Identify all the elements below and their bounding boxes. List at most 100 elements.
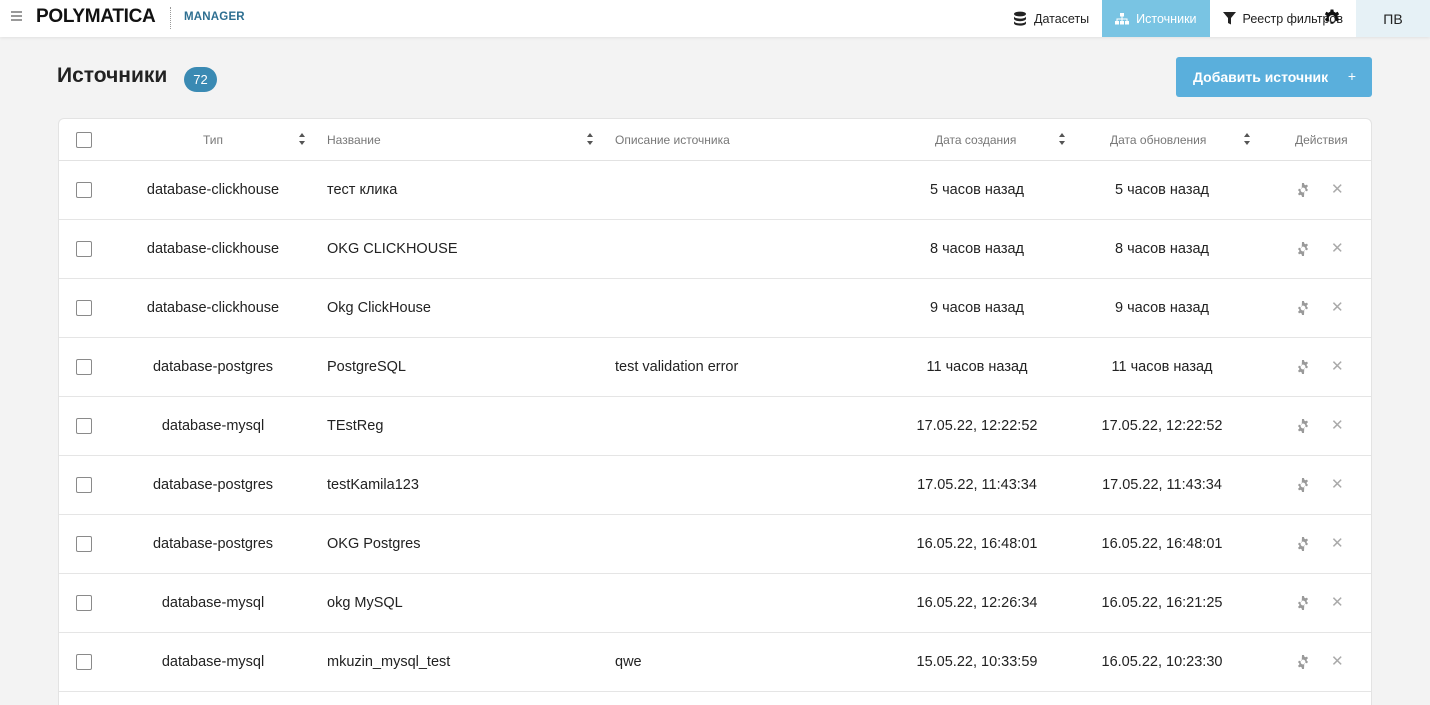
col-updated[interactable]: Дата обновления xyxy=(1110,133,1206,147)
row-settings-gear-icon[interactable] xyxy=(1296,183,1310,197)
row-created: 5 часов назад xyxy=(929,182,1025,198)
product-name: MANAGER xyxy=(184,11,245,23)
row-settings-gear-icon[interactable] xyxy=(1296,360,1310,374)
sort-updated-icon[interactable] xyxy=(1244,133,1250,145)
table-row[interactable]: database-mysql mkuzin_mysql_test qwe 15.05.… xyxy=(59,633,1371,692)
row-created: 16.05.22, 16:48:01 xyxy=(916,536,1038,552)
table-row[interactable]: database-postgres testKamila123 17.05.22, … xyxy=(59,456,1371,515)
table-header: Тип Название Описание источника Дата соз… xyxy=(59,119,1371,161)
row-delete-close-icon[interactable]: ✕ xyxy=(1331,534,1344,552)
row-updated: 5 часов назад xyxy=(1114,182,1210,198)
row-updated: 17.05.22, 11:43:34 xyxy=(1102,477,1222,493)
row-name: okg MySQL xyxy=(327,595,403,611)
row-settings-gear-icon[interactable] xyxy=(1296,655,1310,669)
row-updated: 8 часов назад xyxy=(1114,241,1210,257)
database-icon xyxy=(1013,11,1026,26)
row-checkbox[interactable] xyxy=(76,595,92,611)
user-avatar[interactable]: ПВ xyxy=(1356,0,1430,37)
row-settings-gear-icon[interactable] xyxy=(1296,242,1310,256)
row-settings-gear-icon[interactable] xyxy=(1296,596,1310,610)
row-type: database-mysql xyxy=(161,654,265,670)
table-row[interactable]: database-clickhouse Okg ClickHouse 9 часов… xyxy=(59,279,1371,338)
row-settings-gear-icon[interactable] xyxy=(1296,537,1310,551)
row-name: mkuzin_mysql_test xyxy=(327,654,451,670)
row-delete-close-icon[interactable]: ✕ xyxy=(1331,180,1344,198)
col-created[interactable]: Дата создания xyxy=(935,133,1016,147)
row-settings-gear-icon[interactable] xyxy=(1296,419,1310,433)
row-checkbox[interactable] xyxy=(76,418,92,434)
row-created: 9 часов назад xyxy=(929,300,1025,316)
row-description: test validation error xyxy=(615,359,739,375)
nav-datasets[interactable]: Датасеты xyxy=(1000,0,1102,37)
row-checkbox[interactable] xyxy=(76,654,92,670)
table-row[interactable]: database-clickhouse OKG CLICKHOUSE 8 часов… xyxy=(59,220,1371,279)
main-nav: Датасеты Источники Реестр фильтров xyxy=(1000,0,1356,37)
table-row[interactable]: database-mysql okg MySQL 16.05.22, 12:26:3… xyxy=(59,574,1371,633)
row-type: database-mysql xyxy=(161,595,265,611)
page-title: Источники xyxy=(57,64,168,87)
row-name: OKG CLICKHOUSE xyxy=(327,241,458,257)
row-delete-close-icon[interactable]: ✕ xyxy=(1331,239,1344,257)
row-created: 17.05.22, 11:43:34 xyxy=(917,477,1037,493)
sources-table: Тип Название Описание источника Дата соз… xyxy=(58,118,1372,705)
row-created: 8 часов назад xyxy=(929,241,1025,257)
row-delete-close-icon[interactable]: ✕ xyxy=(1331,298,1344,316)
row-created: 15.05.22, 10:33:59 xyxy=(916,654,1038,670)
add-source-label: Добавить источник xyxy=(1193,69,1329,85)
row-name: TEstReg xyxy=(327,418,384,434)
row-name: PostgreSQL xyxy=(327,359,406,375)
row-name: тест клика xyxy=(327,182,398,198)
col-actions: Действия xyxy=(1295,133,1348,147)
sort-type-icon[interactable] xyxy=(299,133,305,145)
row-updated: 16.05.22, 16:21:25 xyxy=(1101,595,1223,611)
row-type: database-postgres xyxy=(152,477,274,493)
row-updated: 9 часов назад xyxy=(1114,300,1210,316)
row-updated: 16.05.22, 16:48:01 xyxy=(1101,536,1223,552)
row-created: 16.05.22, 12:26:34 xyxy=(916,595,1038,611)
nav-sources[interactable]: Источники xyxy=(1102,0,1210,37)
sort-name-icon[interactable] xyxy=(587,133,593,145)
top-bar: POLYMATICA MANAGER Датасеты Источники Ре… xyxy=(0,0,1430,37)
col-description: Описание источника xyxy=(615,133,730,147)
col-name[interactable]: Название xyxy=(327,133,381,147)
row-delete-close-icon[interactable]: ✕ xyxy=(1331,416,1344,434)
row-checkbox[interactable] xyxy=(76,241,92,257)
hamburger-menu-icon[interactable] xyxy=(11,11,22,21)
table-row[interactable]: database-clickhouse тест клика 5 часов наз… xyxy=(59,161,1371,220)
row-checkbox[interactable] xyxy=(76,536,92,552)
row-checkbox[interactable] xyxy=(76,182,92,198)
row-checkbox[interactable] xyxy=(76,359,92,375)
row-delete-close-icon[interactable]: ✕ xyxy=(1331,652,1344,670)
row-name: OKG Postgres xyxy=(327,536,421,552)
row-delete-close-icon[interactable]: ✕ xyxy=(1331,593,1344,611)
table-row[interactable]: database-postgres OKG Postgres 16.05.22, 1… xyxy=(59,515,1371,574)
row-type: database-postgres xyxy=(152,536,274,552)
row-type: database-postgres xyxy=(152,359,274,375)
row-name: Okg ClickHouse xyxy=(327,300,431,316)
row-created: 17.05.22, 12:22:52 xyxy=(916,418,1038,434)
row-settings-gear-icon[interactable] xyxy=(1296,478,1310,492)
select-all-checkbox[interactable] xyxy=(76,132,92,148)
sitemap-icon xyxy=(1115,12,1130,24)
table-row[interactable]: database-postgres PostgreSQL test validati… xyxy=(59,338,1371,397)
sort-created-icon[interactable] xyxy=(1059,133,1065,145)
row-type: database-clickhouse xyxy=(146,182,280,198)
settings-gear-icon[interactable] xyxy=(1322,8,1342,28)
table-row[interactable]: database-mysql TEstReg 17.05.22, 12:22:52 1… xyxy=(59,397,1371,456)
add-source-button[interactable]: Добавить источник + xyxy=(1176,57,1372,97)
col-type[interactable]: Тип xyxy=(203,133,223,147)
filter-icon xyxy=(1222,12,1236,25)
row-checkbox[interactable] xyxy=(76,300,92,316)
row-delete-close-icon[interactable]: ✕ xyxy=(1331,475,1344,493)
count-badge: 72 xyxy=(184,67,217,92)
row-name: testKamila123 xyxy=(327,477,419,493)
row-created: 11 часов назад xyxy=(926,359,1028,375)
row-description: qwe xyxy=(615,654,642,670)
row-type: database-mysql xyxy=(161,418,265,434)
row-delete-close-icon[interactable]: ✕ xyxy=(1331,357,1344,375)
row-checkbox[interactable] xyxy=(76,477,92,493)
row-settings-gear-icon[interactable] xyxy=(1296,301,1310,315)
logo-separator xyxy=(170,7,171,29)
row-updated: 11 часов назад xyxy=(1111,359,1213,375)
row-updated: 16.05.22, 10:23:30 xyxy=(1101,654,1223,670)
